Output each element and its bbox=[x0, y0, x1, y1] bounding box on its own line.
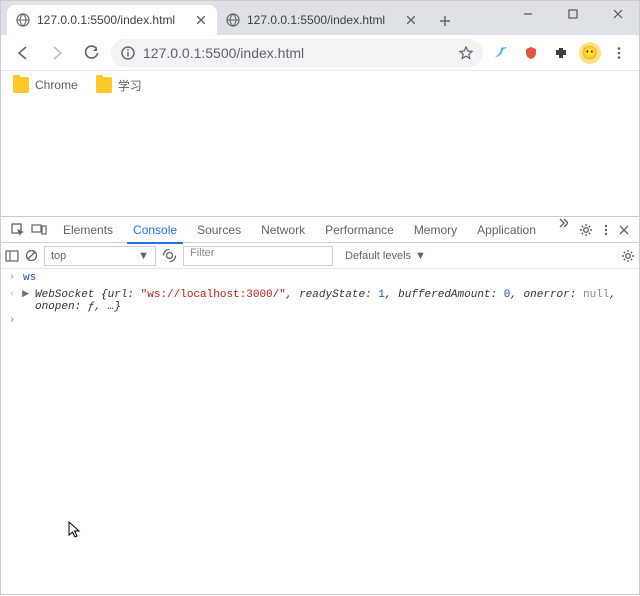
console-output-text: WebSocket {url: "ws://localhost:3000/", … bbox=[35, 289, 631, 313]
window-close-button[interactable] bbox=[595, 0, 640, 28]
tab-memory[interactable]: Memory bbox=[404, 217, 467, 243]
input-chevron-icon: › bbox=[9, 272, 17, 283]
tab-sources[interactable]: Sources bbox=[187, 217, 251, 243]
output-chevron-icon: ‹ bbox=[9, 289, 16, 300]
close-icon[interactable] bbox=[403, 12, 419, 28]
browser-tab-1[interactable]: 127.0.0.1:5500/index.html bbox=[217, 5, 427, 35]
new-tab-button[interactable] bbox=[431, 7, 459, 35]
url-text: 127.0.0.1:5500/index.html bbox=[143, 45, 304, 61]
tab-elements[interactable]: Elements bbox=[53, 217, 123, 243]
gear-icon[interactable] bbox=[579, 223, 593, 237]
omnibox[interactable]: 127.0.0.1:5500/index.html bbox=[111, 39, 483, 67]
chevron-down-icon: ▼ bbox=[138, 250, 149, 262]
bookmarks-bar: Chrome 学习 bbox=[1, 71, 639, 99]
context-value: top bbox=[51, 250, 66, 262]
device-toggle-icon[interactable] bbox=[31, 223, 47, 237]
globe-icon bbox=[225, 12, 241, 28]
tab-title: 127.0.0.1:5500/index.html bbox=[37, 13, 187, 27]
console-body[interactable]: › ws ‹ ▶ WebSocket {url: "ws://localhost… bbox=[1, 269, 639, 596]
prompt-chevron-icon: › bbox=[9, 315, 17, 326]
tab-console[interactable]: Console bbox=[123, 217, 187, 243]
gear-icon[interactable] bbox=[621, 249, 635, 263]
page-viewport bbox=[1, 99, 639, 216]
sidebar-toggle-icon[interactable] bbox=[5, 250, 19, 262]
address-bar: 127.0.0.1:5500/index.html 😶 bbox=[1, 35, 639, 71]
console-input-row: › ws bbox=[1, 271, 639, 288]
console-toolbar: top ▼ Filter Default levels ▼ bbox=[1, 243, 639, 269]
close-icon[interactable] bbox=[193, 12, 209, 28]
folder-icon bbox=[96, 77, 112, 93]
mouse-cursor-icon bbox=[68, 521, 82, 539]
levels-dropdown[interactable]: Default levels ▼ bbox=[345, 250, 426, 262]
console-input-text: ws bbox=[23, 272, 36, 284]
bookmark-label: Chrome bbox=[35, 78, 78, 92]
profile-avatar[interactable]: 😶 bbox=[579, 42, 601, 64]
info-icon[interactable] bbox=[121, 46, 135, 60]
kebab-icon[interactable] bbox=[601, 223, 611, 237]
globe-icon bbox=[15, 12, 31, 28]
window-maximize-button[interactable] bbox=[550, 0, 595, 28]
console-prompt-row[interactable]: › bbox=[1, 314, 639, 331]
bookmark-chrome[interactable]: Chrome bbox=[13, 77, 78, 93]
tab-title: 127.0.0.1:5500/index.html bbox=[247, 13, 397, 27]
filter-input[interactable]: Filter bbox=[183, 246, 333, 266]
chevron-down-icon: ▼ bbox=[415, 250, 426, 262]
tab-network[interactable]: Network bbox=[251, 217, 315, 243]
tab-performance[interactable]: Performance bbox=[315, 217, 404, 243]
devtools: Elements Console Sources Network Perform… bbox=[1, 216, 639, 596]
reload-button[interactable] bbox=[77, 39, 105, 67]
devtools-tabs: Elements Console Sources Network Perform… bbox=[1, 217, 639, 243]
folder-icon bbox=[13, 77, 29, 93]
forward-button[interactable] bbox=[43, 39, 71, 67]
inspect-icon[interactable] bbox=[11, 223, 25, 237]
bookmark-study[interactable]: 学习 bbox=[96, 77, 142, 94]
tab-more[interactable] bbox=[546, 217, 578, 243]
menu-button[interactable] bbox=[607, 41, 631, 65]
bookmark-label: 学习 bbox=[118, 77, 142, 94]
tab-application[interactable]: Application bbox=[467, 217, 546, 243]
expand-triangle-icon[interactable]: ▶ bbox=[22, 289, 29, 299]
levels-label: Default levels bbox=[345, 250, 411, 262]
extension-shield-icon[interactable] bbox=[519, 41, 543, 65]
context-dropdown[interactable]: top ▼ bbox=[44, 246, 156, 266]
filter-placeholder: Filter bbox=[190, 247, 214, 259]
devtools-close-icon[interactable] bbox=[619, 225, 629, 235]
browser-tab-0[interactable]: 127.0.0.1:5500/index.html bbox=[7, 5, 217, 35]
clear-console-icon[interactable] bbox=[25, 249, 38, 262]
window-minimize-button[interactable] bbox=[505, 0, 550, 28]
live-expression-icon[interactable] bbox=[162, 248, 177, 263]
extension-bird-icon[interactable] bbox=[489, 41, 513, 65]
extensions-button[interactable] bbox=[549, 41, 573, 65]
star-icon[interactable] bbox=[459, 46, 473, 60]
back-button[interactable] bbox=[9, 39, 37, 67]
console-output-row[interactable]: ‹ ▶ WebSocket {url: "ws://localhost:3000… bbox=[1, 288, 639, 314]
